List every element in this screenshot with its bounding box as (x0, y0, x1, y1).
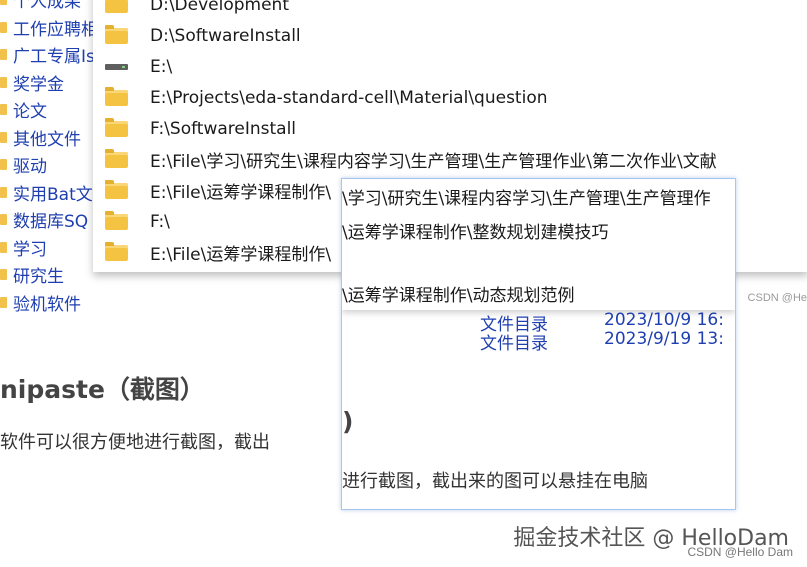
drive-icon (105, 64, 128, 70)
tree-item-label: 工作应聘相 (13, 19, 98, 40)
folder-icon (105, 179, 128, 199)
folder-icon (105, 117, 128, 137)
file-date: 2023/9/19 13: (604, 329, 724, 349)
history-item[interactable]: E:\Projects\eda-standard-cell\Material\q… (93, 82, 807, 113)
section-body-text: 软件可以很方便地进行截图，截出 (0, 432, 270, 453)
tree-item-label: 驱动 (13, 157, 47, 178)
tree-item-label: 论文 (13, 102, 47, 123)
tree-item-label: 验机软件 (13, 294, 81, 315)
history-item[interactable]: E:\File\学习\研究生\课程内容学习\生产管理\生产管理作业\第二次作业\… (93, 144, 807, 175)
section-heading: ) (342, 407, 354, 436)
section-heading: nipaste（截图） (0, 375, 205, 404)
path-suggestion-panel: \学习\研究生\课程内容学习\生产管理\生产管理作 \运筹学课程制作\整数规划建… (342, 179, 735, 310)
path-suggestion[interactable]: \运筹学课程制作\整数规划建模技巧 (342, 218, 608, 243)
folder-icon (105, 86, 128, 106)
history-item-path: E:\Projects\eda-standard-cell\Material\q… (150, 87, 548, 108)
folder-icon (105, 0, 128, 13)
folder-icon (0, 104, 7, 116)
tree-item-label: 研究生 (13, 267, 64, 288)
watermark-text: CSDN @Hello Dam (687, 545, 793, 559)
tree-item-label: 其他文件 (13, 129, 81, 150)
section-body-text: 进行截图，截出来的图可以悬挂在电脑 (342, 471, 648, 492)
path-suggestion[interactable]: \运筹学课程制作\动态规划范例 (342, 281, 574, 306)
folder-icon (0, 214, 7, 226)
history-item-path: D:\Development (150, 0, 289, 15)
watermark-text: CSDN @He (747, 292, 807, 304)
history-item-path: E:\ (150, 56, 173, 77)
folder-icon (0, 0, 7, 6)
folder-icon (0, 131, 7, 143)
folder-icon (0, 159, 7, 171)
tree-item-label: 学习 (13, 239, 47, 260)
folder-icon (105, 210, 128, 230)
file-list-row[interactable]: 文件目录 2023/9/19 13: (342, 329, 735, 357)
tree-item-label: 广工专属Is (13, 47, 95, 68)
tree-item-label: 数据库SQ (13, 212, 89, 233)
folder-icon (0, 186, 7, 198)
folder-icon (0, 21, 7, 33)
preview-popup: \学习\研究生\课程内容学习\生产管理\生产管理作 \运筹学课程制作\整数规划建… (341, 178, 736, 510)
history-item-path: E:\File\运筹学课程制作\ (150, 245, 332, 265)
tree-item-label: 个人成果 (13, 0, 81, 13)
history-item[interactable]: D:\SoftwareInstall (93, 20, 807, 51)
file-type: 文件目录 (480, 334, 548, 354)
folder-icon (105, 148, 128, 168)
history-item[interactable]: D:\Development (93, 0, 807, 20)
history-item-path: D:\SoftwareInstall (150, 25, 301, 46)
folder-icon (0, 76, 7, 88)
folder-icon (0, 241, 7, 253)
history-item-path: F:\SoftwareInstall (150, 118, 297, 139)
folder-icon (105, 24, 128, 44)
history-item[interactable]: E:\ (93, 51, 807, 82)
folder-icon (0, 49, 7, 61)
tree-item-label: 实用Bat文 (13, 184, 93, 205)
folder-icon (0, 296, 7, 308)
path-suggestion[interactable]: \学习\研究生\课程内容学习\生产管理\生产管理作 (342, 184, 711, 209)
tree-item-label: 奖学金 (13, 74, 64, 95)
folder-icon (0, 269, 7, 281)
tree-item[interactable]: 验机软件 (0, 289, 110, 317)
folder-icon (105, 241, 128, 261)
history-item[interactable]: F:\SoftwareInstall (93, 113, 807, 144)
file-date: 2023/10/9 16: (604, 310, 724, 330)
history-item-path: E:\File\运筹学课程制作\ (150, 183, 332, 203)
history-item-path: F:\ (150, 211, 170, 232)
history-item-path: E:\File\学习\研究生\课程内容学习\生产管理\生产管理作业\第二次作业\… (150, 152, 717, 172)
